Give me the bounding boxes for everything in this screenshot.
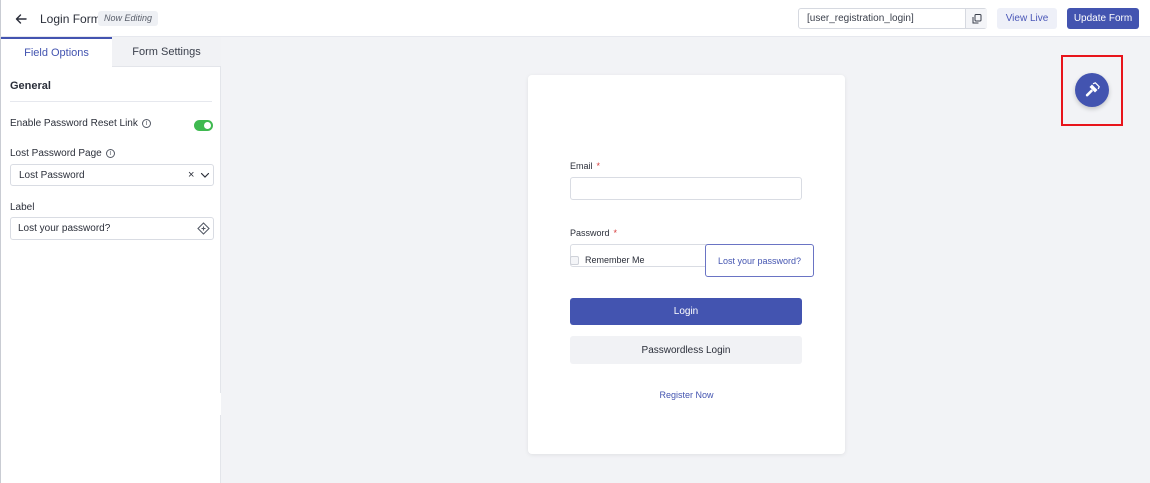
arrow-left-icon <box>15 14 27 24</box>
lost-password-page-label: Lost Password Page <box>10 148 102 159</box>
register-now-link[interactable]: Register Now <box>528 390 845 400</box>
status-badge: Now Editing <box>98 11 159 26</box>
enable-reset-link-label-row: Enable Password Reset Link i <box>10 118 151 129</box>
label-field-label: Label <box>10 202 35 213</box>
hammer-icon <box>1085 82 1100 97</box>
enable-reset-link-label: Enable Password Reset Link <box>10 118 138 129</box>
lost-password-page-select[interactable]: Lost Password × <box>10 164 214 186</box>
tab-form-settings[interactable]: Form Settings <box>112 37 221 67</box>
passwordless-login-button[interactable]: Passwordless Login <box>570 336 802 364</box>
remember-me-row: Remember Me <box>570 255 645 265</box>
toggle-knob <box>204 122 211 129</box>
copy-shortcode-button[interactable] <box>965 9 987 28</box>
field-options-sidebar: Field Options Form Settings General Enab… <box>0 37 221 483</box>
top-bar: Login Form Now Editing [user_registratio… <box>0 0 1150 37</box>
email-field[interactable] <box>570 177 802 200</box>
password-label-row: Password * <box>570 228 617 238</box>
shortcode-text: [user_registration_login] <box>807 13 914 24</box>
back-button[interactable] <box>11 9 31 29</box>
sidebar-tabs: Field Options Form Settings <box>1 37 221 67</box>
view-live-button[interactable]: View Live <box>997 8 1057 29</box>
shortcode-field[interactable]: [user_registration_login] <box>798 8 987 29</box>
enable-reset-link-toggle[interactable] <box>194 120 213 131</box>
close-icon[interactable]: × <box>188 169 194 181</box>
tag-icon[interactable] <box>197 222 210 235</box>
select-value: Lost Password <box>19 170 85 181</box>
form-title: Login Form <box>40 12 101 26</box>
email-label: Email <box>570 161 593 171</box>
remember-me-checkbox[interactable] <box>570 255 579 265</box>
form-builder-fab[interactable] <box>1075 73 1109 107</box>
required-mark: * <box>596 161 601 171</box>
update-form-button[interactable]: Update Form <box>1067 8 1139 29</box>
remember-me-label: Remember Me <box>585 255 645 265</box>
password-label: Password <box>570 228 610 238</box>
login-button[interactable]: Login <box>570 298 802 325</box>
info-icon[interactable]: i <box>105 149 115 158</box>
copy-icon <box>972 13 981 23</box>
label-field-wrapper <box>10 217 214 240</box>
lost-password-link[interactable]: Lost your password? <box>705 244 814 277</box>
info-icon[interactable]: i <box>141 119 151 128</box>
label-input[interactable] <box>11 218 191 239</box>
email-label-row: Email * <box>570 161 600 171</box>
lost-password-page-label-row: Lost Password Page i <box>10 148 115 159</box>
form-canvas: Email * Password * Remember Me Lost your p… <box>221 37 1150 483</box>
required-mark: * <box>613 228 618 238</box>
divider <box>10 101 212 102</box>
chevron-down-icon[interactable] <box>200 170 210 180</box>
login-form-preview: Email * Password * Remember Me Lost your p… <box>528 75 845 454</box>
label-field-label-row: Label <box>10 202 34 213</box>
tab-field-options[interactable]: Field Options <box>1 37 112 67</box>
section-heading: General <box>10 80 51 92</box>
